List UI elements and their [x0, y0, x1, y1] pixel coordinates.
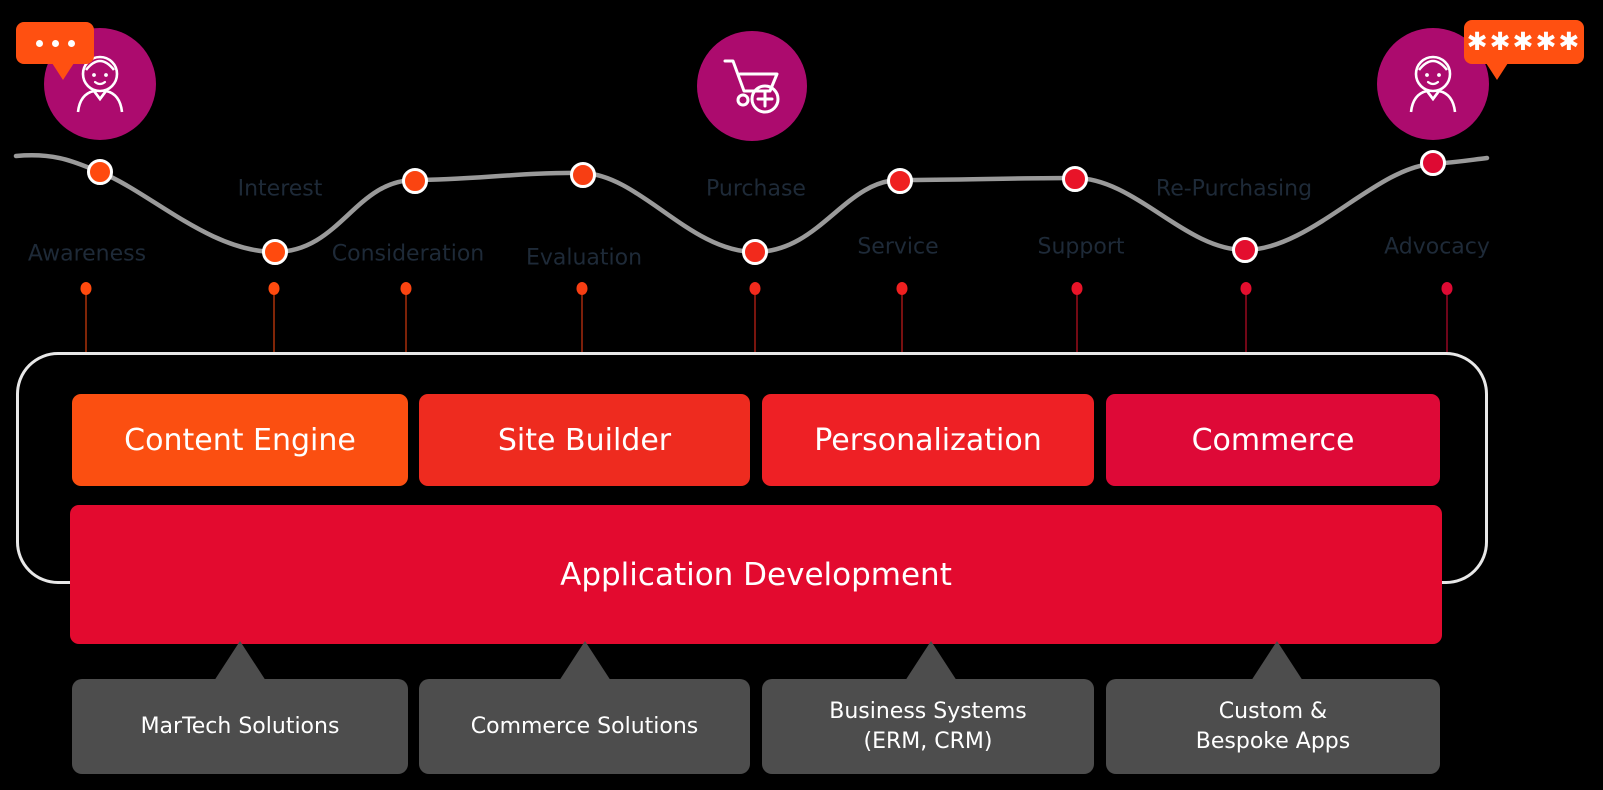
journey-dot-service[interactable]	[887, 168, 913, 194]
journey-dot-interest[interactable]	[262, 239, 288, 265]
stage-label-evaluation: Evaluation	[525, 245, 643, 271]
journey-dot-support[interactable]	[1062, 166, 1088, 192]
capability-site-builder[interactable]: Site Builder	[419, 394, 750, 486]
diagram-canvas: ✱✱✱✱✱ Awareness Interest Consideration E…	[0, 0, 1603, 790]
journey-dot-consideration[interactable]	[402, 168, 428, 194]
stage-label-awareness: Awareness	[27, 241, 147, 267]
stage-label-purchase: Purchase	[706, 176, 806, 202]
connector-repurchasing	[1240, 282, 1252, 353]
connector-support	[1071, 282, 1083, 353]
arrow-business	[905, 641, 957, 681]
foundation-martech-solutions[interactable]: MarTech Solutions	[72, 679, 408, 774]
stage-label-advocacy: Advocacy	[1384, 234, 1490, 260]
journey-wave-curve	[13, 153, 1490, 255]
stage-label-repurchasing: Re-Purchasing	[1155, 176, 1313, 202]
journey-dot-awareness[interactable]	[87, 159, 113, 185]
arrow-martech	[214, 641, 266, 681]
capability-content-engine[interactable]: Content Engine	[72, 394, 408, 486]
connector-evaluation	[576, 282, 588, 353]
arrow-custom	[1251, 641, 1303, 681]
capability-commerce[interactable]: Commerce	[1106, 394, 1440, 486]
application-development-bar[interactable]: Application Development	[70, 505, 1442, 644]
stage-label-service: Service	[857, 234, 939, 260]
journey-dot-evaluation[interactable]	[570, 162, 596, 188]
journey-dot-purchase[interactable]	[742, 239, 768, 265]
arrow-commerce	[559, 641, 611, 681]
foundation-commerce-solutions[interactable]: Commerce Solutions	[419, 679, 750, 774]
foundation-business-systems[interactable]: Business Systems (ERM, CRM)	[762, 679, 1094, 774]
stage-label-support: Support	[1037, 234, 1125, 260]
stage-label-interest: Interest	[237, 176, 323, 202]
journey-dot-advocacy[interactable]	[1420, 150, 1446, 176]
stage-label-consideration: Consideration	[331, 241, 485, 267]
connector-awareness	[80, 282, 92, 353]
connector-advocacy	[1441, 282, 1453, 353]
connector-consideration	[400, 282, 412, 353]
connector-purchase	[749, 282, 761, 353]
connector-interest	[268, 282, 280, 353]
journey-dot-repurchasing[interactable]	[1232, 237, 1258, 263]
foundation-custom-apps[interactable]: Custom & Bespoke Apps	[1106, 679, 1440, 774]
connector-service	[896, 282, 908, 353]
capability-personalization[interactable]: Personalization	[762, 394, 1094, 486]
